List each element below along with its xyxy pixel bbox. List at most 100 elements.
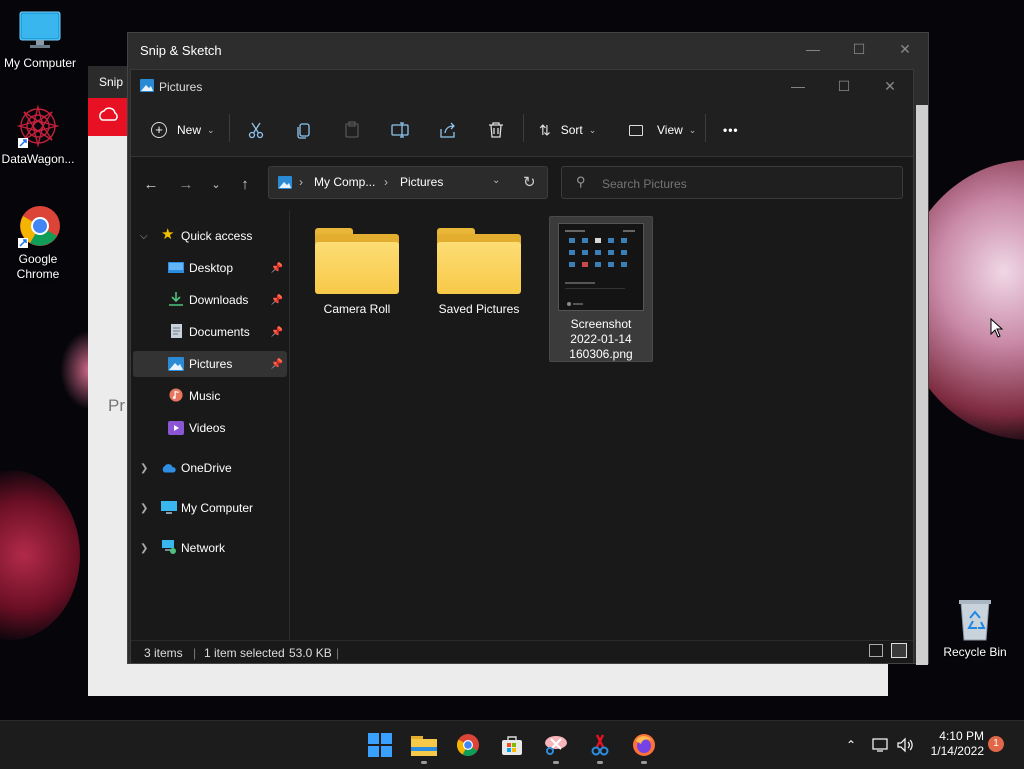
desktop-icon-datawagon[interactable]: DataWagon... — [0, 104, 78, 167]
forward-button[interactable]: → — [176, 175, 196, 193]
toolbar-separator — [523, 114, 524, 142]
plus-circle-icon: + — [151, 122, 167, 138]
pictures-icon — [168, 357, 184, 371]
details-view-button[interactable] — [869, 644, 883, 657]
trash-icon — [489, 122, 503, 138]
cut-button[interactable] — [247, 117, 265, 143]
sidebar-item-music[interactable]: Music — [133, 383, 287, 409]
taskbar-chrome[interactable] — [452, 730, 484, 760]
network-status-button[interactable] — [872, 721, 890, 769]
address-dropdown-icon[interactable]: ⌄ — [492, 175, 500, 186]
running-indicator — [641, 761, 647, 764]
copy-button[interactable] — [295, 117, 313, 143]
search-box[interactable]: ⚲ — [561, 166, 903, 199]
chevron-right-icon: ❯ — [140, 502, 149, 514]
file-name-line: 2022-01-14 — [570, 332, 632, 346]
folder-saved-pictures[interactable]: Saved Pictures — [427, 216, 531, 336]
more-options-button[interactable]: ••• — [723, 117, 739, 143]
clock-date: 1/14/2022 — [930, 744, 984, 758]
volume-button[interactable] — [896, 721, 914, 769]
notification-badge[interactable]: 1 — [988, 736, 1004, 752]
chevron-down-icon: ⌵ — [140, 230, 148, 242]
sidebar-item-desktop[interactable]: Desktop 📌 — [133, 255, 287, 281]
sort-button[interactable]: ⇅ Sort ⌄ — [539, 117, 596, 143]
explorer-title: Pictures — [159, 80, 203, 94]
refresh-icon[interactable]: ↻ — [523, 173, 536, 191]
breadcrumb-pictures[interactable]: Pictures — [400, 175, 443, 189]
sidebar-item-network[interactable]: ❯ Network — [133, 535, 287, 561]
firefox-icon — [633, 734, 655, 756]
close-button[interactable]: ✕ — [882, 33, 928, 65]
file-explorer-window: Pictures — ☐ ✕ + New ⌄ ⇅ Sort ⌄ View ⌄ •… — [130, 69, 914, 663]
minimize-button[interactable]: — — [790, 33, 836, 65]
taskbar-store[interactable] — [496, 730, 528, 760]
desktop-icon-recycle-bin[interactable]: Recycle Bin — [938, 598, 1012, 659]
sidebar-item-label: Quick access — [181, 229, 253, 243]
up-button[interactable]: ↑ — [235, 175, 255, 193]
snip-new-button[interactable] — [88, 98, 128, 136]
sidebar-item-my-computer[interactable]: ❯ My Computer — [133, 495, 287, 521]
new-button[interactable]: + New ⌄ — [151, 117, 215, 143]
pin-icon: 📌 — [270, 294, 283, 306]
desktop-icon-google-chrome[interactable]: Google Chrome — [0, 204, 78, 282]
taskbar-file-explorer[interactable] — [408, 730, 440, 764]
start-button[interactable] — [364, 730, 396, 760]
pin-icon: 📌 — [270, 326, 283, 338]
clock-button[interactable]: 4:10 PM 1/14/2022 — [918, 729, 984, 759]
maximize-button[interactable]: ☐ — [836, 33, 882, 65]
start-icon — [368, 733, 392, 757]
rename-button[interactable] — [391, 117, 409, 143]
back-button[interactable]: ← — [141, 175, 161, 193]
chevron-up-icon: ⌃ — [846, 738, 857, 752]
chrome-icon — [457, 734, 479, 756]
chevron-down-icon: ⌄ — [688, 124, 697, 135]
share-button[interactable] — [439, 117, 457, 143]
network-icon — [872, 738, 888, 752]
search-input[interactable] — [600, 174, 894, 194]
view-button[interactable]: View ⌄ — [629, 117, 696, 143]
file-name: Camera Roll — [323, 302, 391, 316]
clock-time: 4:10 PM — [939, 729, 984, 743]
command-bar: + New ⌄ ⇅ Sort ⌄ View ⌄ ••• — [131, 104, 913, 157]
file-screenshot-png[interactable]: Screenshot 2022-01-14 160306.png — [549, 216, 653, 362]
close-button[interactable]: ✕ — [867, 70, 913, 102]
taskbar-snip-sketch[interactable] — [540, 730, 572, 764]
rename-icon — [391, 122, 409, 138]
sidebar-item-quick-access[interactable]: ⌵ ★ Quick access — [133, 223, 287, 249]
desktop-icon-label: Google Chrome — [16, 252, 60, 281]
minimize-button[interactable]: — — [775, 70, 821, 102]
sidebar-item-label: Documents — [189, 325, 250, 339]
sidebar-item-videos[interactable]: Videos — [133, 415, 287, 441]
breadcrumb-separator-icon: › — [384, 175, 388, 189]
desktop-icon-my-computer[interactable]: My Computer — [0, 8, 80, 71]
view-icon — [629, 124, 643, 136]
breadcrumb-my-computer[interactable]: My Comp... — [314, 175, 375, 189]
monitor-icon — [161, 501, 177, 514]
recent-locations-button[interactable]: ⌄ — [206, 175, 226, 193]
file-explorer-icon — [411, 736, 437, 756]
sidebar-item-pictures[interactable]: Pictures 📌 — [133, 351, 287, 377]
store-icon — [502, 736, 522, 755]
maximize-button[interactable]: ☐ — [821, 70, 867, 102]
sidebar-item-onedrive[interactable]: ❯ OneDrive — [133, 455, 287, 481]
desktop-icon-label: Recycle Bin — [943, 645, 1007, 659]
sidebar-item-documents[interactable]: Documents 📌 — [133, 319, 287, 345]
show-hidden-icons-button[interactable]: ⌃ — [846, 721, 856, 769]
sidebar-item-downloads[interactable]: Downloads 📌 — [133, 287, 287, 313]
large-icons-view-button[interactable] — [891, 643, 907, 658]
chevron-right-icon: ❯ — [140, 462, 149, 474]
taskbar-firefox[interactable] — [628, 730, 660, 764]
toolbar-separator — [229, 114, 230, 142]
wallpaper-bloom-left — [0, 470, 80, 640]
pictures-icon — [140, 79, 154, 92]
explorer-titlebar: Pictures — ☐ ✕ — [131, 70, 913, 104]
file-list: Camera Roll Saved Pictures Screenshot 20… — [291, 210, 913, 640]
taskbar-paint[interactable] — [584, 730, 616, 764]
folder-camera-roll[interactable]: Camera Roll — [305, 216, 409, 336]
delete-button[interactable] — [487, 117, 505, 143]
scissors-icon — [248, 122, 264, 139]
sort-icon: ⇅ — [539, 121, 551, 138]
paste-button[interactable] — [343, 117, 361, 143]
network-icon — [162, 540, 176, 554]
address-bar[interactable]: › My Comp... › Pictures ⌄ ↻ — [268, 166, 548, 199]
